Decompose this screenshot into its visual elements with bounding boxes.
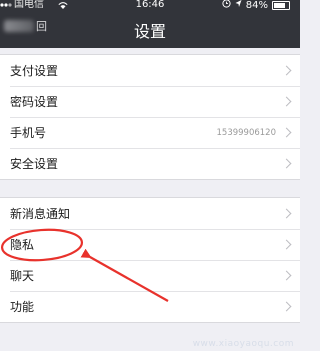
settings-row-chat[interactable]: 聊天 xyxy=(0,260,300,291)
chevron-right-icon xyxy=(281,270,292,280)
row-label: 安全设置 xyxy=(10,157,59,171)
chevron-right-icon xyxy=(281,127,292,137)
watermark: www.xiaoyaoqu.com xyxy=(192,339,294,349)
row-label: 隐私 xyxy=(10,238,35,252)
chevron-right-icon xyxy=(281,158,292,168)
settings-row-privacy[interactable]: 隐私 xyxy=(0,229,300,260)
chevron-right-icon xyxy=(281,208,292,218)
chevron-right-icon xyxy=(281,65,292,75)
chevron-right-icon xyxy=(281,301,292,311)
status-right: 84% xyxy=(222,0,290,12)
page-title: 设置 xyxy=(133,22,166,41)
chevron-right-icon xyxy=(281,239,292,249)
row-label: 新消息通知 xyxy=(10,207,71,221)
row-label: 功能 xyxy=(10,300,35,314)
settings-row-security[interactable]: 安全设置 xyxy=(0,148,300,179)
row-label: 手机号 xyxy=(10,126,47,140)
battery-icon xyxy=(272,1,290,10)
phone-number-value: 15399906120 xyxy=(216,127,277,138)
chevron-right-icon xyxy=(281,96,292,106)
nav-bar: 回 设置 xyxy=(0,14,300,48)
settings-group-account: 支付设置 密码设置 手机号 15399906120 安全设置 xyxy=(0,54,300,180)
location-icon xyxy=(235,0,242,12)
settings-group-general: 新消息通知 隐私 聊天 功能 xyxy=(0,197,300,323)
settings-row-features[interactable]: 功能 xyxy=(0,291,300,322)
battery-percent: 84% xyxy=(245,0,268,11)
settings-row-phone[interactable]: 手机号 15399906120 xyxy=(0,117,300,148)
status-bar: 国电信 16:46 84% xyxy=(0,0,300,14)
settings-row-notifications[interactable]: 新消息通知 xyxy=(0,198,300,229)
settings-row-payment[interactable]: 支付设置 xyxy=(0,55,300,86)
header: 国电信 16:46 84% 回 设置 xyxy=(0,0,300,48)
alarm-icon xyxy=(222,0,231,12)
row-label: 聊天 xyxy=(10,269,35,283)
row-label: 密码设置 xyxy=(10,95,59,109)
row-label: 支付设置 xyxy=(10,64,59,78)
settings-row-password[interactable]: 密码设置 xyxy=(0,86,300,117)
